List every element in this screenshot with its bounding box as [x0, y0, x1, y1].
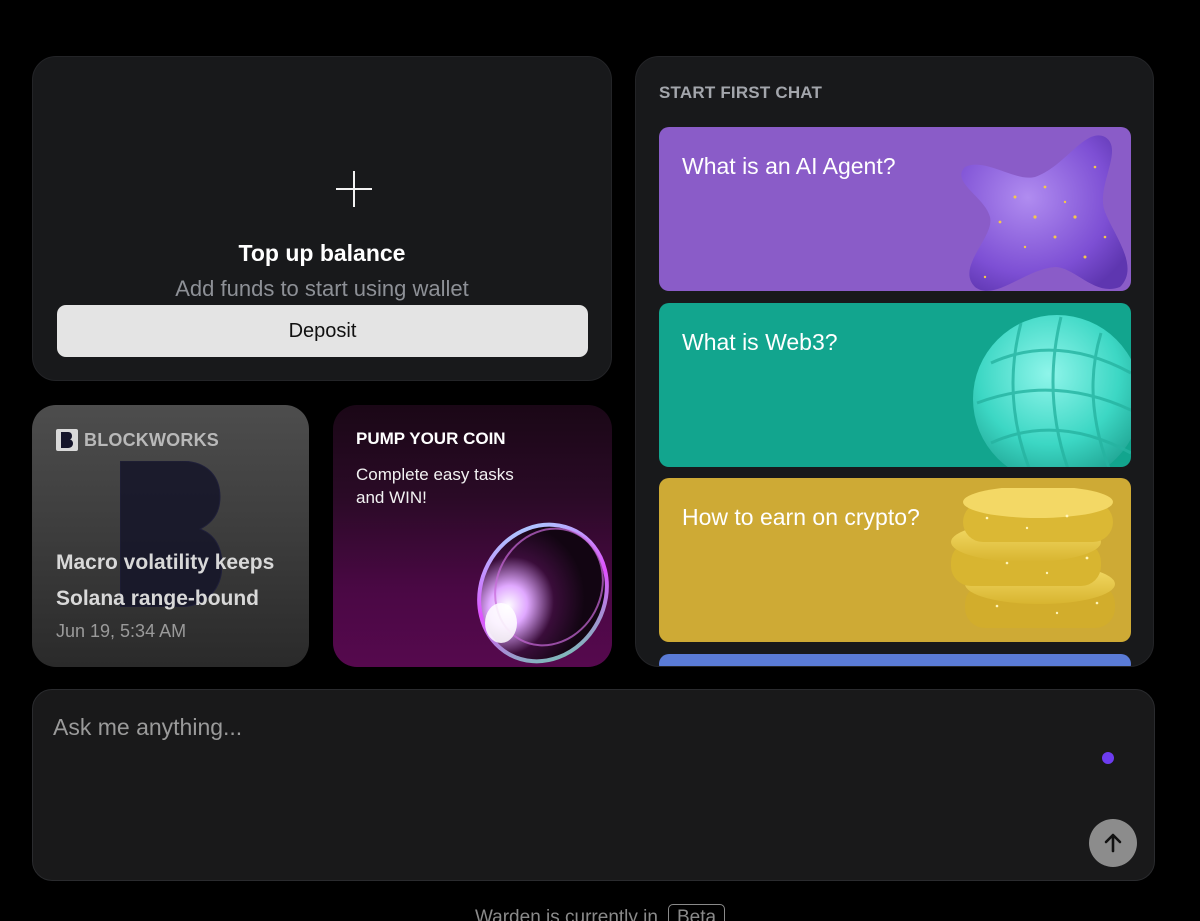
prompt-earn-crypto[interactable]: How to earn on crypto? [659, 478, 1131, 642]
chat-input-area [32, 689, 1155, 881]
status-dot-icon [1102, 752, 1114, 764]
footer-notice: Warden is currently in Beta [0, 904, 1200, 921]
arrow-up-icon [1104, 833, 1122, 853]
plus-icon[interactable] [336, 171, 372, 207]
footer-text: Warden is currently in [474, 907, 658, 921]
promo-card[interactable]: PUMP YOUR COIN Complete easy tasks and W… [333, 405, 612, 667]
prompt-label: What is an AI Agent? [682, 153, 896, 179]
news-source: BLOCKWORKS [56, 429, 219, 451]
prompt-more[interactable] [659, 654, 1131, 666]
purple-star-icon [961, 135, 1128, 291]
glossy-coin-icon [477, 522, 609, 664]
prompt-web3[interactable]: What is Web3? [659, 303, 1131, 467]
ask-input[interactable] [53, 712, 1053, 742]
deposit-button[interactable]: Deposit [57, 305, 588, 357]
prompt-label: How to earn on crypto? [682, 504, 920, 530]
start-chat-panel: START FIRST CHAT What is an AI Agent? Wh… [635, 56, 1154, 667]
blockworks-logo-icon [56, 429, 78, 451]
beta-badge: Beta [667, 904, 726, 921]
promo-title: PUMP YOUR COIN [356, 429, 506, 448]
promo-description: Complete easy tasks and WIN! [356, 465, 514, 507]
teal-sphere-icon [973, 315, 1131, 467]
top-up-subtitle: Add funds to start using wallet [175, 276, 469, 301]
news-timestamp: Jun 19, 5:34 AM [56, 621, 187, 641]
gold-coins-icon [951, 488, 1115, 628]
send-button[interactable] [1089, 819, 1137, 867]
news-headline: Macro volatility keeps Solana range-boun… [56, 551, 275, 610]
top-up-card: Top up balance Add funds to start using … [32, 56, 612, 381]
top-up-title: Top up balance [238, 240, 406, 266]
start-chat-title: START FIRST CHAT [659, 83, 823, 102]
prompt-label: What is Web3? [682, 329, 838, 355]
news-source-name: BLOCKWORKS [84, 429, 219, 450]
prompt-ai-agent[interactable]: What is an AI Agent? [659, 127, 1131, 291]
news-card[interactable]: BLOCKWORKS Macro volatility keeps Solana… [32, 405, 309, 667]
